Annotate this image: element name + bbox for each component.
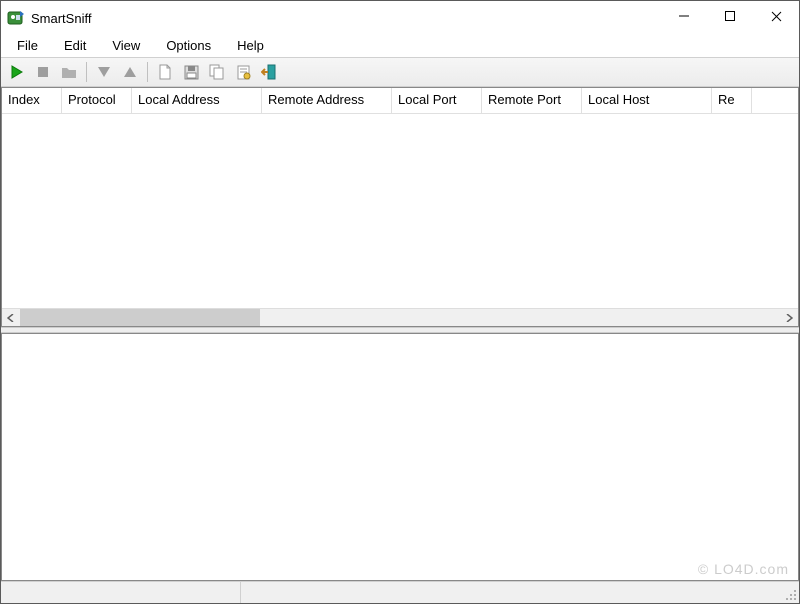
horizontal-scrollbar[interactable]: [2, 308, 798, 326]
toolbar-separator: [86, 62, 87, 82]
exit-button[interactable]: [257, 60, 281, 84]
resize-grip[interactable]: [783, 587, 797, 601]
chevron-left-icon: [7, 314, 15, 322]
move-down-button[interactable]: [92, 60, 116, 84]
status-cell: [1, 582, 241, 603]
grip-icon: [783, 587, 797, 601]
move-up-button[interactable]: [118, 60, 142, 84]
chevron-right-icon: [785, 314, 793, 322]
app-window: SmartSniff File Edit View Options Help: [0, 0, 800, 604]
open-button[interactable]: [57, 60, 81, 84]
column-header[interactable]: Local Host: [582, 88, 712, 113]
table-body[interactable]: [2, 114, 798, 308]
scroll-thumb[interactable]: [20, 309, 260, 326]
menu-options[interactable]: Options: [156, 36, 221, 55]
table-header: IndexProtocolLocal AddressRemote Address…: [2, 88, 798, 114]
packet-list-pane: IndexProtocolLocal AddressRemote Address…: [1, 87, 799, 327]
stop-icon: [36, 65, 50, 79]
app-icon: [7, 9, 25, 27]
new-button[interactable]: [153, 60, 177, 84]
menu-view[interactable]: View: [102, 36, 150, 55]
minimize-button[interactable]: [661, 1, 707, 31]
column-header[interactable]: Index: [2, 88, 62, 113]
save-button[interactable]: [179, 60, 203, 84]
column-header[interactable]: Protocol: [62, 88, 132, 113]
close-button[interactable]: [753, 1, 799, 31]
titlebar: SmartSniff: [1, 1, 799, 35]
column-header[interactable]: Local Port: [392, 88, 482, 113]
triangle-down-icon: [96, 65, 112, 79]
statusbar: [1, 581, 799, 603]
scroll-track[interactable]: [20, 309, 780, 326]
window-title: SmartSniff: [31, 11, 661, 26]
menu-edit[interactable]: Edit: [54, 36, 96, 55]
menu-file[interactable]: File: [7, 36, 48, 55]
properties-icon: [236, 64, 251, 80]
column-header[interactable]: Remote Port: [482, 88, 582, 113]
floppy-icon: [184, 65, 199, 80]
scroll-right-button[interactable]: [780, 309, 798, 327]
folder-icon: [61, 65, 77, 79]
properties-button[interactable]: [231, 60, 255, 84]
copy-button[interactable]: [205, 60, 229, 84]
exit-icon: [261, 64, 277, 80]
document-icon: [158, 64, 172, 80]
triangle-up-icon: [122, 65, 138, 79]
window-controls: [661, 1, 799, 35]
toolbar-separator: [147, 62, 148, 82]
copy-icon: [209, 64, 225, 80]
menu-help[interactable]: Help: [227, 36, 274, 55]
column-header[interactable]: Re: [712, 88, 752, 113]
start-capture-button[interactable]: [5, 60, 29, 84]
column-header[interactable]: Remote Address: [262, 88, 392, 113]
detail-pane[interactable]: [1, 333, 799, 581]
menubar: File Edit View Options Help: [1, 35, 799, 57]
scroll-left-button[interactable]: [2, 309, 20, 327]
toolbar: [1, 57, 799, 87]
maximize-button[interactable]: [707, 1, 753, 31]
stop-capture-button[interactable]: [31, 60, 55, 84]
play-icon: [10, 65, 24, 79]
column-header[interactable]: Local Address: [132, 88, 262, 113]
